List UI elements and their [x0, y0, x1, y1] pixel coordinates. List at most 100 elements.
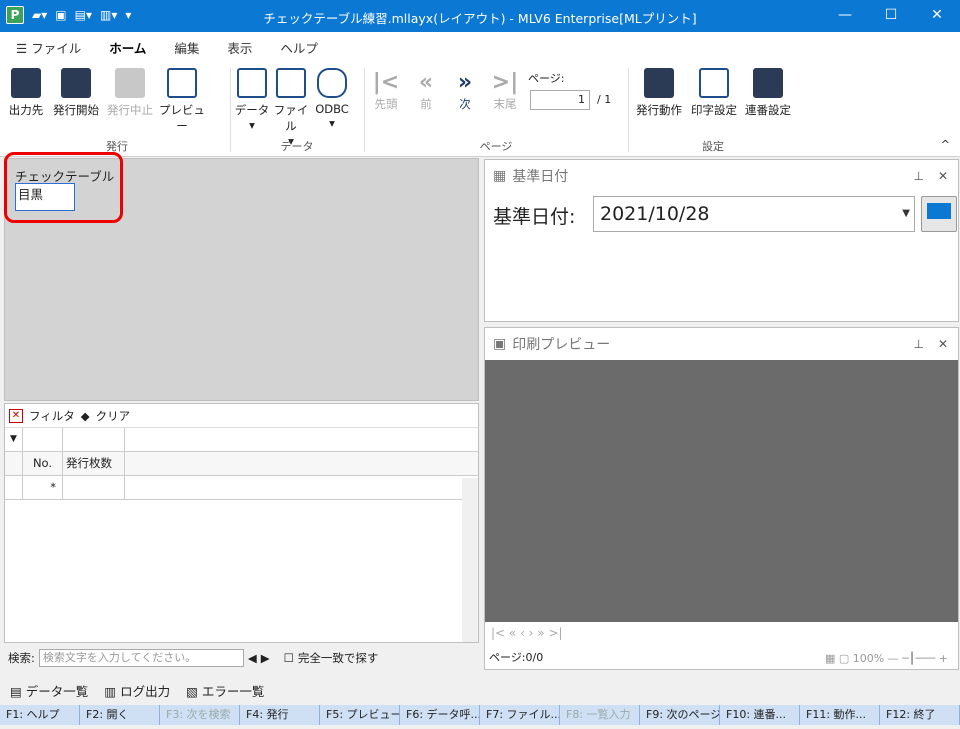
group-label-data: データ	[280, 140, 314, 153]
filter-row[interactable]: ▼	[5, 428, 478, 452]
first-page-button[interactable]: |< 先頭	[371, 70, 401, 112]
fkey-f3[interactable]: F3: 次を検索	[160, 705, 240, 725]
clear-button[interactable]: クリア	[96, 408, 131, 424]
base-date-panel: ▦ 基準日付 ⊥ ✕ 基準日付: 2021/10/28 ▼	[484, 159, 959, 322]
exact-match-checkbox[interactable]: ☐	[284, 651, 294, 665]
log-output-button[interactable]: ▥ ログ出力	[104, 681, 170, 700]
fkey-f11[interactable]: F11: 動作...	[800, 705, 880, 725]
tab-help[interactable]: ヘルプ	[280, 38, 318, 57]
data-button[interactable]: データ ▾	[234, 68, 270, 132]
search-input[interactable]: 検索文字を入力してください。	[38, 649, 244, 667]
tab-home[interactable]: ホーム	[105, 38, 151, 65]
prev-page-button[interactable]: «前	[411, 70, 441, 112]
printer-search-icon	[11, 68, 41, 98]
bottom-toolbar: ▤ データ一覧 ▥ ログ出力 ▧ エラー一覧	[0, 677, 960, 703]
base-date-title: 基準日付	[512, 169, 569, 185]
function-key-bar: F1: ヘルプ F2: 開く F3: 次を検索 F4: 発行 F5: プレビュー…	[0, 705, 960, 725]
data-list-button[interactable]: ▤ データ一覧	[10, 681, 88, 700]
stop-issue-button[interactable]: 発行中止	[104, 68, 156, 118]
zoom-control[interactable]: ▦ ▢ 100% — ─┃─── +	[825, 652, 948, 665]
preview-canvas[interactable]	[485, 360, 958, 622]
search-next-icon[interactable]: ▶	[261, 651, 270, 665]
print-preview-panel: ▣ 印刷プレビュー ⊥ ✕ |< « ‹ › » >| ページ:0/0 ▦ ▢ 1…	[484, 327, 959, 670]
fkey-f5[interactable]: F5: プレビュー	[320, 705, 400, 725]
monitor-button[interactable]	[921, 196, 957, 232]
search-label: 検索:	[8, 651, 35, 665]
preview-button[interactable]: プレビュー	[158, 68, 206, 134]
eraser-icon: ◆	[80, 408, 90, 423]
fkey-f1[interactable]: F1: ヘルプ	[0, 705, 80, 725]
column-header-no[interactable]: No.	[23, 452, 63, 475]
fkey-f4[interactable]: F4: 発行	[240, 705, 320, 725]
new-row-marker: *	[23, 476, 63, 499]
printer-icon	[61, 68, 91, 98]
column-header-count[interactable]: 発行枚数	[63, 452, 125, 475]
tab-file[interactable]: ☰ ファイル	[16, 38, 81, 57]
printer-stop-icon	[115, 68, 145, 98]
fkey-f9[interactable]: F9: 次のページ	[640, 705, 720, 725]
fkey-f12[interactable]: F12: 終了	[880, 705, 960, 725]
print-preview-title: 印刷プレビュー	[512, 337, 611, 353]
last-page-button[interactable]: >| 末尾	[490, 70, 520, 112]
maximize-button[interactable]: ☐	[868, 0, 914, 32]
base-date-label: 基準日付:	[493, 206, 576, 228]
tab-edit[interactable]: 編集	[174, 38, 199, 57]
issue-action-button[interactable]: 発行動作	[632, 68, 686, 118]
print-settings-button[interactable]: 印字設定	[688, 68, 740, 118]
minimize-button[interactable]: —	[822, 0, 868, 32]
fkey-f6[interactable]: F6: データ呼...	[400, 705, 480, 725]
print-settings-icon	[699, 68, 729, 98]
page-label: ページ:	[528, 72, 565, 85]
page-total: / 1	[597, 93, 612, 106]
vertical-scrollbar[interactable]	[462, 478, 478, 642]
panel-close-icon[interactable]: ✕	[938, 337, 948, 351]
base-date-combo[interactable]: 2021/10/28 ▼	[593, 196, 915, 232]
group-label-page: ページ	[479, 140, 513, 153]
error-list-button[interactable]: ▧ エラー一覧	[186, 681, 264, 700]
search-prev-icon[interactable]: ◀	[248, 651, 257, 665]
window-title: チェックテーブル練習.mllayx(レイアウト) - MLV6 Enterpri…	[263, 11, 697, 26]
title-bar: P ▰▾ ▣ ▤▾ ▥▾ ▾ チェックテーブル練習.mllayx(レイアウト) …	[0, 0, 960, 32]
chevron-down-icon[interactable]: ▼	[902, 197, 910, 231]
menu-tabs: ☰ ファイル ホーム 編集 表示 ヘルプ	[0, 32, 960, 65]
fkey-f10[interactable]: F10: 連番...	[720, 705, 800, 725]
preview-nav[interactable]: |< « ‹ › » >|	[485, 622, 958, 644]
separator	[364, 68, 365, 152]
file-button[interactable]: ファイル ▾	[272, 68, 310, 148]
odbc-button[interactable]: ODBC ▾	[314, 68, 350, 130]
monitor-icon	[927, 203, 951, 219]
grid-header: No. 発行枚数	[5, 452, 478, 476]
close-button[interactable]: ✕	[914, 0, 960, 32]
next-page-button[interactable]: » 次	[450, 70, 480, 112]
panel-close-icon[interactable]: ✕	[938, 169, 948, 183]
filter-button[interactable]: フィルタ	[29, 408, 75, 424]
printer-gear-icon	[644, 68, 674, 98]
start-issue-button[interactable]: 発行開始	[50, 68, 102, 118]
database-icon	[317, 68, 347, 98]
search-bar: 検索: 検索文字を入力してください。 ◀ ▶ ☐ 完全一致で探す	[4, 647, 479, 669]
tab-view[interactable]: 表示	[227, 38, 252, 57]
fkey-f8[interactable]: F8: 一覧入力	[560, 705, 640, 725]
pin-icon[interactable]: ⊥	[913, 169, 923, 183]
table-row[interactable]: *	[5, 476, 478, 500]
data-gear-icon	[237, 68, 267, 98]
separator	[628, 68, 629, 152]
serial-settings-button[interactable]: 連番設定	[742, 68, 794, 118]
fkey-f7[interactable]: F7: ファイル...	[480, 705, 560, 725]
output-target-button[interactable]: 出力先	[6, 68, 46, 118]
collapse-ribbon-icon[interactable]: ^	[941, 138, 950, 151]
page-input[interactable]: 1	[530, 90, 590, 110]
exact-match-label: 完全一致で探す	[297, 651, 379, 665]
group-label-settings: 設定	[702, 140, 724, 153]
preview-icon	[167, 68, 197, 98]
separator	[230, 68, 231, 152]
delete-icon[interactable]: ✕	[9, 408, 23, 423]
pin-icon[interactable]: ⊥	[913, 337, 923, 351]
ribbon: 出力先 発行開始 発行中止 プレビュー 発行 データ ▾ ファイル ▾ ODBC ▾ …	[0, 62, 960, 157]
preview-search-icon: ▣	[493, 336, 507, 352]
fkey-f2[interactable]: F2: 開く	[80, 705, 160, 725]
data-grid-panel: ✕ フィルタ ◆ クリア ▼ No. 発行枚数 *	[4, 403, 479, 643]
filter-icon: ▼	[5, 428, 23, 451]
file-icon	[276, 68, 306, 98]
calendar-icon: ▦	[493, 168, 507, 184]
